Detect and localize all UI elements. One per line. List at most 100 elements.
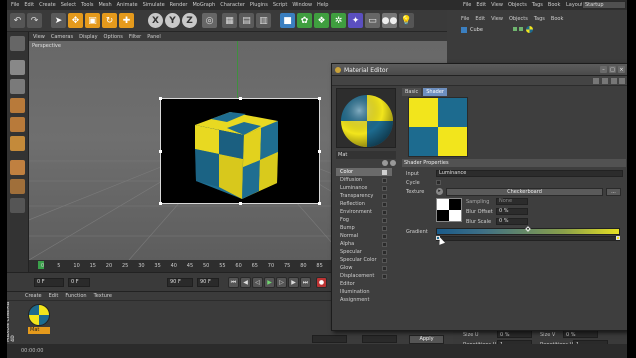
- object-menu-view[interactable]: View: [491, 16, 503, 22]
- viewport-menu-display[interactable]: Display: [79, 34, 97, 40]
- back-arrow-icon[interactable]: [593, 78, 599, 84]
- live-selection-icon[interactable]: ✚: [119, 13, 134, 28]
- texture-shader-button[interactable]: Checkerboard: [446, 188, 603, 196]
- record-icon[interactable]: ●: [316, 277, 327, 288]
- menu-help[interactable]: Help: [317, 2, 328, 8]
- goto-end-icon[interactable]: ⏭: [300, 277, 311, 288]
- points-mode-icon[interactable]: [10, 98, 25, 113]
- select-arrow-icon[interactable]: ➤: [51, 13, 66, 28]
- bbox-handle[interactable]: [239, 97, 242, 100]
- channel-checkbox[interactable]: [382, 186, 387, 191]
- right-menu-tags[interactable]: Tags: [532, 2, 543, 8]
- menu-window[interactable]: Window: [292, 2, 312, 8]
- render-settings-icon[interactable]: ▥: [256, 13, 271, 28]
- channel-luminance[interactable]: Luminance: [336, 184, 392, 192]
- viewport-menu-options[interactable]: Options: [104, 34, 123, 40]
- end-frame-field[interactable]: 90 F: [167, 278, 193, 287]
- sampling-select[interactable]: None: [496, 198, 528, 205]
- menu-mesh[interactable]: Mesh: [98, 2, 111, 8]
- timeline-ruler[interactable]: 051015202530354045505560657075808590: [29, 260, 339, 272]
- bbox-handle[interactable]: [318, 202, 321, 205]
- gradient-knot-track[interactable]: [436, 236, 620, 241]
- channel-fog[interactable]: Fog: [336, 216, 392, 224]
- channel-checkbox[interactable]: [382, 170, 387, 175]
- undo-icon[interactable]: ↶: [10, 13, 25, 28]
- start-frame-field[interactable]: 0 F: [34, 278, 64, 287]
- viewport-menu-cameras[interactable]: Cameras: [51, 34, 73, 40]
- coord-field[interactable]: [362, 335, 397, 343]
- material-tag-icon[interactable]: [526, 26, 533, 33]
- prev-frame-icon[interactable]: ◁: [252, 277, 263, 288]
- viewport-menu-panel[interactable]: Panel: [147, 34, 161, 40]
- x-axis-toggle[interactable]: X: [148, 13, 163, 28]
- move-tool-icon[interactable]: ✥: [68, 13, 83, 28]
- workplane-icon[interactable]: [10, 198, 25, 213]
- gradient-knot-end[interactable]: [616, 236, 620, 240]
- blur-scale-field[interactable]: 0 %: [496, 218, 528, 225]
- minimize-icon[interactable]: –: [600, 66, 607, 73]
- object-name[interactable]: Cube: [470, 27, 483, 33]
- object-menu-file[interactable]: File: [461, 16, 469, 22]
- tab-shader[interactable]: Shader: [423, 88, 447, 96]
- menu-script[interactable]: Script: [273, 2, 288, 8]
- play-icon[interactable]: ▶: [264, 277, 275, 288]
- redo-icon[interactable]: ↷: [27, 13, 42, 28]
- preview-options-icon[interactable]: [382, 160, 388, 166]
- channel-editor[interactable]: Editor: [336, 280, 392, 288]
- channel-checkbox[interactable]: [382, 274, 387, 279]
- channel-specular-color[interactable]: Specular Color: [336, 256, 392, 264]
- cycle-checkbox[interactable]: [436, 180, 441, 185]
- channel-color[interactable]: Color: [336, 168, 392, 176]
- channel-checkbox[interactable]: [382, 194, 387, 199]
- right-menu-view[interactable]: View: [491, 2, 503, 8]
- bbox-handle[interactable]: [318, 150, 321, 153]
- object-menu-book[interactable]: Book: [551, 16, 563, 22]
- preview-refresh-icon[interactable]: [390, 160, 396, 166]
- lock-icon[interactable]: [611, 78, 617, 84]
- right-menu-file[interactable]: File: [463, 2, 471, 8]
- size-u-field[interactable]: 0 %: [497, 330, 532, 338]
- menu-select[interactable]: Select: [61, 2, 76, 8]
- channel-checkbox[interactable]: [382, 242, 387, 247]
- menu-render[interactable]: Render: [170, 2, 188, 8]
- polygons-mode-icon[interactable]: [10, 136, 25, 151]
- channel-checkbox[interactable]: [382, 178, 387, 183]
- input-select[interactable]: Luminance: [436, 170, 623, 177]
- menu-tools[interactable]: Tools: [81, 2, 93, 8]
- texture-arrow-icon[interactable]: ▸: [436, 188, 443, 195]
- channel-assignment[interactable]: Assignment: [336, 296, 392, 304]
- material-preview[interactable]: [336, 88, 396, 148]
- model-mode-icon[interactable]: [10, 60, 25, 75]
- object-menu-tags[interactable]: Tags: [534, 16, 545, 22]
- menu-create[interactable]: Create: [39, 2, 56, 8]
- channel-environment[interactable]: Environment: [336, 208, 392, 216]
- light-icon[interactable]: 💡: [399, 13, 414, 28]
- tab-basic[interactable]: Basic: [402, 88, 422, 96]
- channel-alpha[interactable]: Alpha: [336, 240, 392, 248]
- right-menu-objects[interactable]: Objects: [508, 2, 527, 8]
- shader-properties-header[interactable]: Shader Properties: [402, 159, 626, 167]
- material-name-field[interactable]: Mat: [336, 151, 396, 159]
- bbox-handle[interactable]: [318, 97, 321, 100]
- z-axis-toggle[interactable]: Z: [182, 13, 197, 28]
- channel-checkbox[interactable]: [382, 210, 387, 215]
- material-name-label[interactable]: Mat: [28, 327, 50, 334]
- nurbs-icon[interactable]: ❖: [314, 13, 329, 28]
- material-thumbnail[interactable]: [28, 304, 50, 326]
- current-frame-field[interactable]: 0 F: [68, 278, 90, 287]
- channel-normal[interactable]: Normal: [336, 232, 392, 240]
- channel-reflection[interactable]: Reflection: [336, 200, 392, 208]
- texture-more-button[interactable]: ...: [606, 188, 621, 196]
- world-coord-icon[interactable]: ◎: [202, 13, 217, 28]
- check-icon[interactable]: [519, 27, 523, 31]
- next-frame-icon[interactable]: ▷: [276, 277, 287, 288]
- menu-edit[interactable]: Edit: [24, 2, 34, 8]
- coord-field[interactable]: [312, 335, 347, 343]
- bbox-handle[interactable]: [159, 202, 162, 205]
- menu-file[interactable]: File: [11, 2, 19, 8]
- object-menu-objects[interactable]: Objects: [509, 16, 528, 22]
- viewport-menu-view[interactable]: View: [33, 34, 45, 40]
- cube-primitive-icon[interactable]: ■: [280, 13, 295, 28]
- menu-simulate[interactable]: Simulate: [143, 2, 165, 8]
- camera-icon[interactable]: ●●: [382, 13, 397, 28]
